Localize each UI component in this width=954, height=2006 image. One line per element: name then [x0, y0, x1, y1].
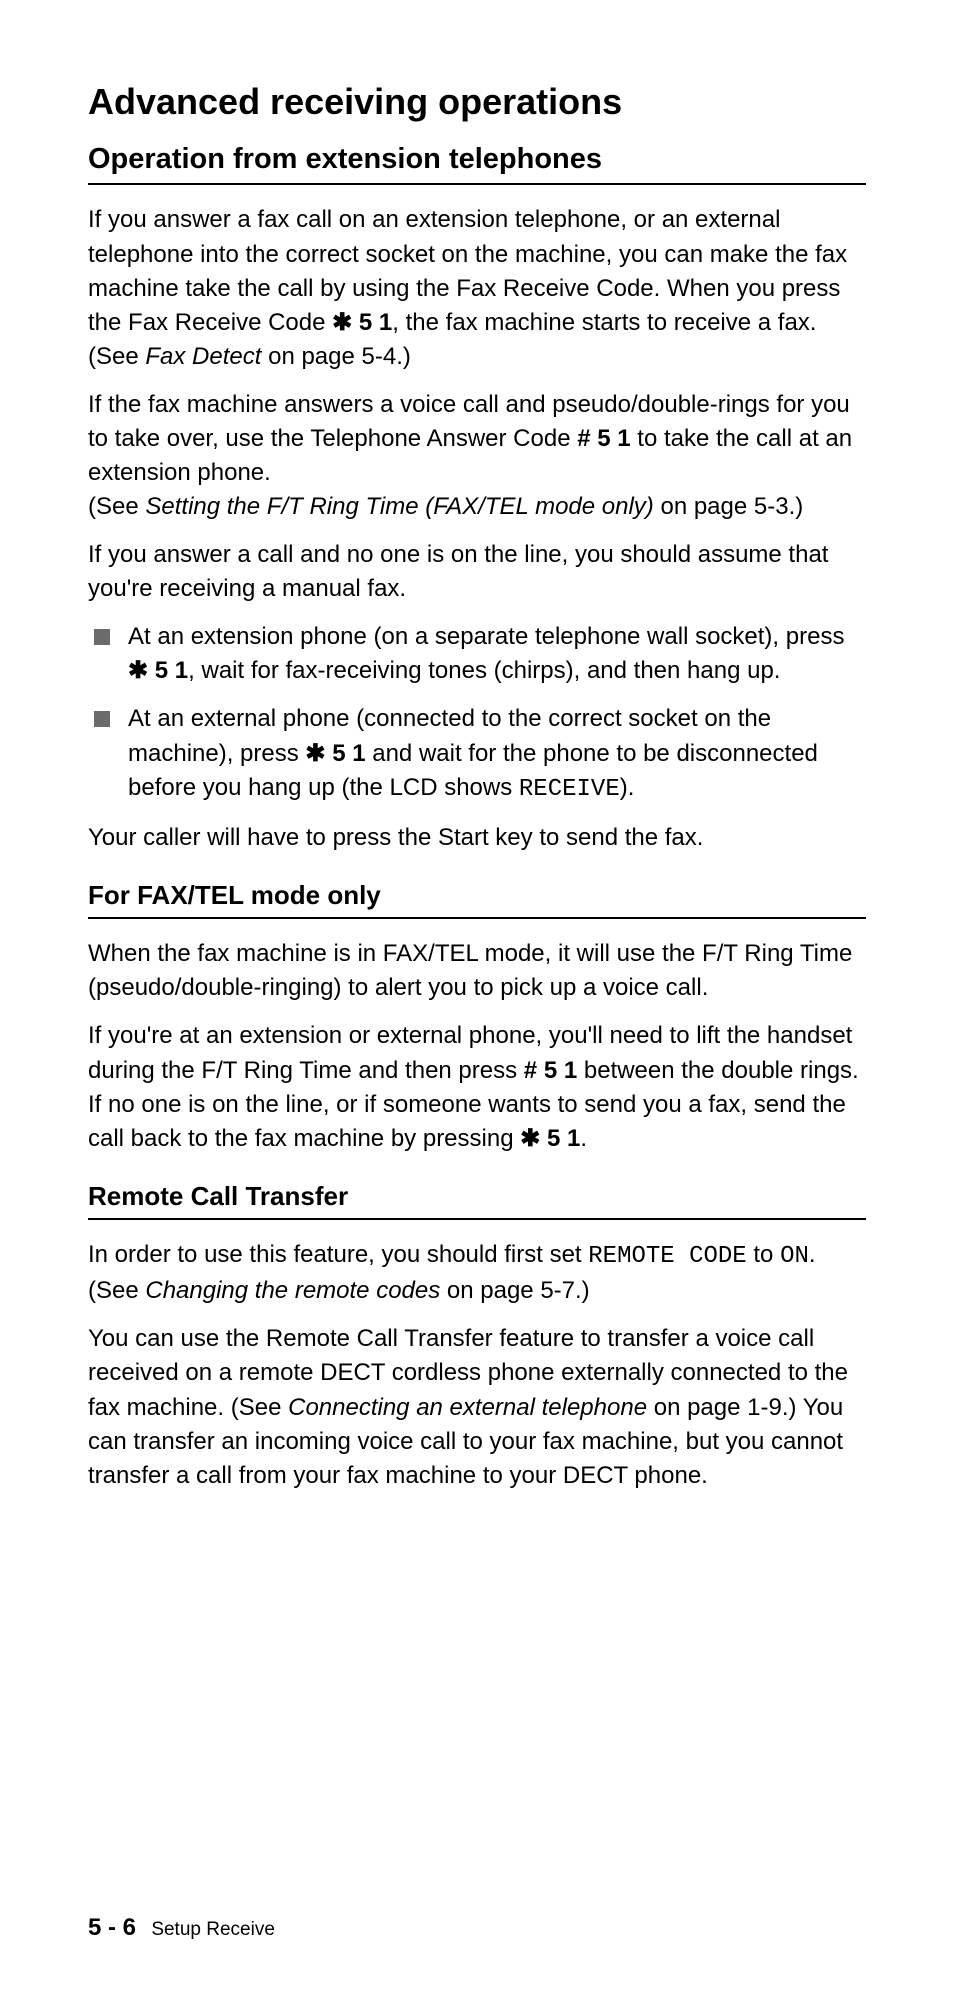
divider: [88, 1218, 866, 1220]
text: to: [747, 1241, 780, 1268]
code-text: [540, 1125, 547, 1152]
text: on page 5-3.): [654, 493, 803, 520]
code-text: 5 1: [155, 657, 188, 684]
paragraph: If you answer a fax call on an extension…: [88, 203, 866, 373]
page-footer: 5 - 6 Setup Receive: [88, 1914, 275, 1942]
code-text: # 5 1: [524, 1057, 577, 1084]
list-item: At an extension phone (on a separate tel…: [88, 620, 866, 688]
star-icon: ✱: [332, 309, 352, 336]
lcd-text: REMOTE CODE: [588, 1243, 746, 1270]
document-page: Advanced receiving operations Operation …: [0, 0, 954, 2006]
reference-text: Fax Detect: [145, 343, 261, 370]
text: , wait for fax-receiving tones (chirps),…: [188, 657, 780, 684]
bullet-icon: [94, 629, 110, 645]
paragraph: If you're at an extension or external ph…: [88, 1019, 866, 1155]
heading-1: Advanced receiving operations: [88, 80, 866, 123]
lcd-text: ON: [780, 1243, 809, 1270]
heading-2-operation: Operation from extension telephones: [88, 141, 866, 177]
bullet-list: At an extension phone (on a separate tel…: [88, 620, 866, 806]
list-item: At an external phone (connected to the c…: [88, 702, 866, 806]
text: (See: [88, 493, 145, 520]
paragraph: If you answer a call and no one is on th…: [88, 538, 866, 606]
reference-text: Setting the F/T Ring Time (FAX/TEL mode …: [145, 493, 653, 520]
text: on page 5-7.): [440, 1277, 589, 1304]
reference-text: Connecting an external telephone: [288, 1394, 647, 1421]
paragraph: Your caller will have to press the Start…: [88, 821, 866, 855]
reference-text: Changing the remote codes: [145, 1277, 440, 1304]
list-text: At an external phone (connected to the c…: [128, 702, 866, 806]
text: In order to use this feature, you should…: [88, 1241, 588, 1268]
star-icon: ✱: [305, 740, 325, 767]
heading-3-faxtel: For FAX/TEL mode only: [88, 879, 866, 912]
text: At an extension phone (on a separate tel…: [128, 623, 844, 650]
paragraph: When the fax machine is in FAX/TEL mode,…: [88, 937, 866, 1005]
divider: [88, 917, 866, 919]
footer-section: Setup Receive: [151, 1919, 275, 1940]
paragraph: If the fax machine answers a voice call …: [88, 388, 866, 524]
code-text: 5 1: [332, 740, 365, 767]
text: ).: [620, 774, 635, 801]
lcd-text: RECEIVE: [519, 776, 620, 803]
page-number: 5 - 6: [88, 1914, 136, 1941]
code-text: [352, 309, 359, 336]
star-icon: ✱: [520, 1125, 540, 1152]
code-text: 5 1: [547, 1125, 580, 1152]
code-text: # 5 1: [577, 425, 630, 452]
paragraph: You can use the Remote Call Transfer fea…: [88, 1322, 866, 1492]
bullet-icon: [94, 711, 110, 727]
text: .: [580, 1125, 587, 1152]
list-text: At an extension phone (on a separate tel…: [128, 620, 866, 688]
star-icon: ✱: [128, 657, 148, 684]
paragraph: In order to use this feature, you should…: [88, 1238, 866, 1308]
code-text: [148, 657, 155, 684]
heading-3-remote: Remote Call Transfer: [88, 1180, 866, 1213]
code-text: 5 1: [359, 309, 392, 336]
text: on page 5-4.): [261, 343, 410, 370]
divider: [88, 183, 866, 185]
